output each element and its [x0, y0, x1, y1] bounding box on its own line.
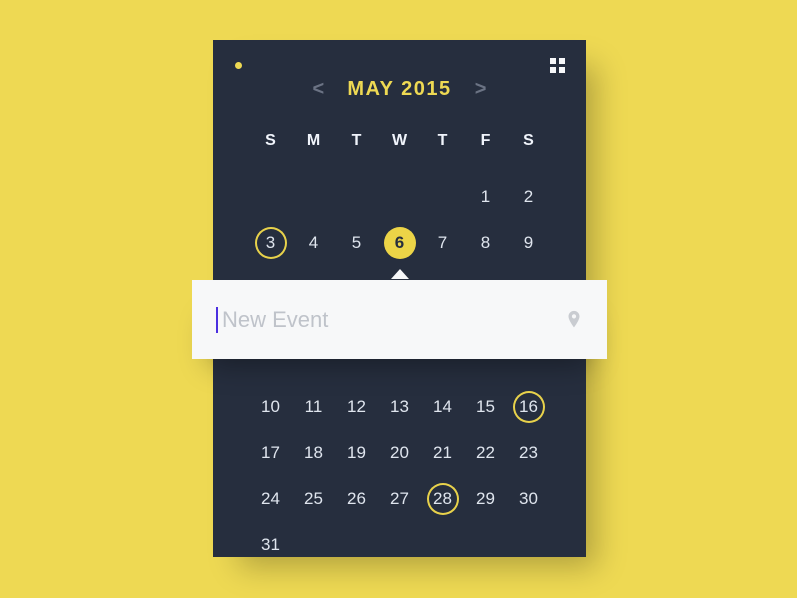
day-label: 10: [255, 391, 287, 423]
day-cell[interactable]: 24: [249, 482, 292, 516]
day-blank: [421, 180, 464, 214]
month-title: MAY 2015: [347, 78, 451, 101]
day-cell[interactable]: 3: [249, 226, 292, 260]
day-cell[interactable]: 21: [421, 436, 464, 470]
new-event-input[interactable]: [222, 307, 563, 333]
day-cell[interactable]: 19: [335, 436, 378, 470]
day-cell[interactable]: 8: [464, 226, 507, 260]
new-event-bar: [192, 280, 607, 359]
day-label: 17: [255, 437, 287, 469]
day-label: 12: [341, 391, 373, 423]
day-cell[interactable]: 26: [335, 482, 378, 516]
day-label: 13: [384, 391, 416, 423]
day-label: 9: [513, 227, 545, 259]
day-cell[interactable]: 6: [378, 226, 421, 260]
day-cell[interactable]: 30: [507, 482, 550, 516]
day-cell[interactable]: 13: [378, 390, 421, 424]
day-cell[interactable]: 16: [507, 390, 550, 424]
day-cell[interactable]: 25: [292, 482, 335, 516]
weekday-label: F: [464, 132, 507, 150]
day-cell[interactable]: 7: [421, 226, 464, 260]
day-label: 6: [384, 227, 416, 259]
weekday-header: S M T W T F S: [249, 132, 550, 150]
day-label: 5: [341, 227, 373, 259]
day-cell[interactable]: 17: [249, 436, 292, 470]
weekday-label: T: [421, 132, 464, 150]
day-label: 20: [384, 437, 416, 469]
weekday-label: T: [335, 132, 378, 150]
day-label: 7: [427, 227, 459, 259]
location-pin-icon[interactable]: [563, 309, 585, 331]
day-cell[interactable]: 31: [249, 528, 292, 562]
apps-grid-icon[interactable]: [550, 58, 566, 74]
month-nav: < MAY 2015 >: [213, 78, 586, 101]
day-label: 1: [470, 181, 502, 213]
day-cell[interactable]: 4: [292, 226, 335, 260]
day-blank: [335, 180, 378, 214]
day-label: 21: [427, 437, 459, 469]
day-cell[interactable]: 10: [249, 390, 292, 424]
day-label: 19: [341, 437, 373, 469]
weekday-label: M: [292, 132, 335, 150]
calendar-card: < MAY 2015 > S M T W T F S 123456789 101…: [213, 40, 586, 557]
status-dot-icon: [235, 62, 242, 69]
calendar-grid-bottom: 10 11 12 13 14 15 16 17 18 19 20 21 22 23 24 25 26 27 28 29…: [249, 390, 550, 562]
day-label: 16: [513, 391, 545, 423]
chevron-left-icon[interactable]: <: [307, 78, 329, 101]
day-label: 30: [513, 483, 545, 515]
day-label: 29: [470, 483, 502, 515]
day-cell[interactable]: 27: [378, 482, 421, 516]
day-cell[interactable]: 1: [464, 180, 507, 214]
weekday-label: W: [378, 132, 421, 150]
text-cursor-icon: [216, 307, 218, 333]
day-label: 27: [384, 483, 416, 515]
weekday-label: S: [249, 132, 292, 150]
day-label: 8: [470, 227, 502, 259]
day-cell[interactable]: 22: [464, 436, 507, 470]
weekday-label: S: [507, 132, 550, 150]
calendar-grid-top: 12 3456789: [249, 180, 550, 260]
day-label: 25: [298, 483, 330, 515]
day-label: 4: [298, 227, 330, 259]
day-cell[interactable]: 5: [335, 226, 378, 260]
day-blank: [378, 180, 421, 214]
day-label: 15: [470, 391, 502, 423]
day-label: 22: [470, 437, 502, 469]
day-cell[interactable]: 18: [292, 436, 335, 470]
day-cell[interactable]: 29: [464, 482, 507, 516]
day-label: 3: [255, 227, 287, 259]
day-label: 26: [341, 483, 373, 515]
day-cell[interactable]: 9: [507, 226, 550, 260]
day-blank: [249, 180, 292, 214]
day-label: 14: [427, 391, 459, 423]
day-label: 11: [298, 391, 330, 423]
day-blank: [292, 180, 335, 214]
day-label: 31: [255, 529, 287, 561]
day-label: 2: [513, 181, 545, 213]
day-cell[interactable]: 28: [421, 482, 464, 516]
day-cell[interactable]: 11: [292, 390, 335, 424]
day-label: 23: [513, 437, 545, 469]
day-label: 24: [255, 483, 287, 515]
day-cell[interactable]: 14: [421, 390, 464, 424]
day-cell[interactable]: 20: [378, 436, 421, 470]
day-cell[interactable]: 15: [464, 390, 507, 424]
day-cell[interactable]: 23: [507, 436, 550, 470]
day-cell[interactable]: 12: [335, 390, 378, 424]
day-label: 18: [298, 437, 330, 469]
day-label: 28: [427, 483, 459, 515]
chevron-right-icon[interactable]: >: [470, 78, 492, 101]
day-cell[interactable]: 2: [507, 180, 550, 214]
